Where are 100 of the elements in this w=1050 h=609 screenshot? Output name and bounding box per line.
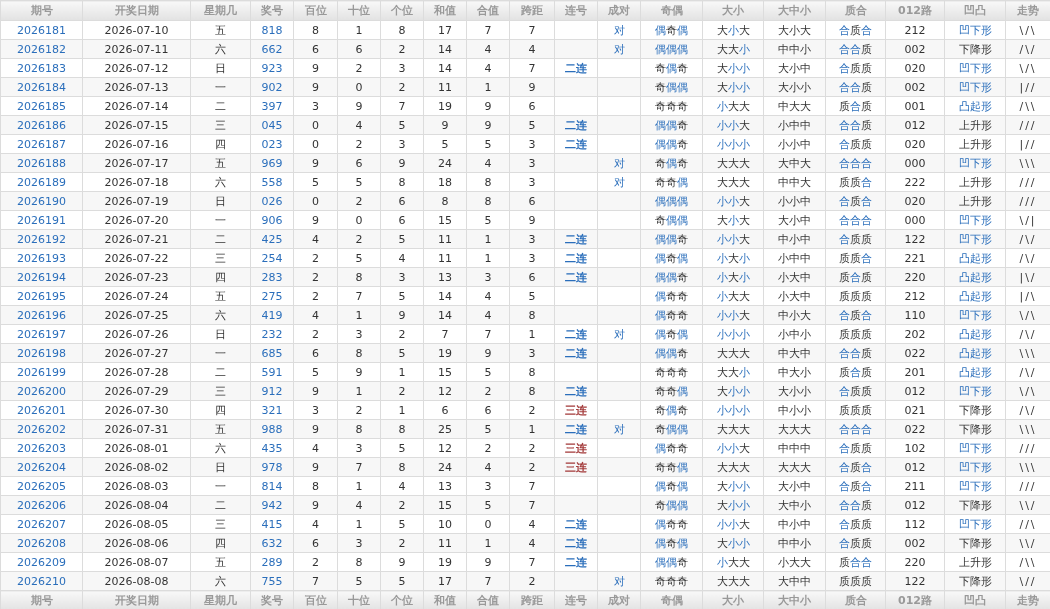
table-cell: 偶奇偶	[640, 324, 703, 344]
table-cell: 合质质	[825, 514, 886, 534]
table-cell: 下降形	[944, 400, 1006, 420]
table-cell: 1	[337, 476, 381, 496]
table-cell: 9	[509, 210, 555, 230]
table-cell: 1	[337, 514, 381, 534]
column-header: 期号	[0, 0, 83, 21]
table-cell: 000	[885, 210, 945, 230]
table-cell: 2026-07-30	[82, 400, 191, 420]
column-header: 012路	[885, 0, 945, 21]
table-cell: 小大小	[702, 248, 764, 268]
table-cell: 对	[597, 172, 641, 192]
table-cell: 7	[423, 324, 467, 344]
table-cell: 0	[337, 210, 381, 230]
table-cell: 五	[190, 552, 251, 572]
table-cell: 2026-08-03	[82, 476, 191, 496]
table-cell: 220	[885, 552, 945, 572]
table-cell: 凹下形	[944, 514, 1006, 534]
table-cell: 上升形	[944, 552, 1006, 572]
table-cell: 5	[466, 210, 510, 230]
table-cell: 小大大	[702, 552, 764, 572]
table-cell: 小中小	[763, 324, 826, 344]
table-cell: 7	[509, 552, 555, 572]
table-cell: 偶奇偶	[640, 476, 703, 496]
table-cell: 254	[250, 248, 294, 268]
table-cell: 大小大	[702, 20, 764, 40]
table-cell: 小小小	[702, 400, 764, 420]
table-cell: 上升形	[944, 134, 1006, 154]
table-cell: 大大小	[702, 362, 764, 382]
table-cell: 三	[190, 248, 251, 268]
table-cell: 5	[380, 438, 424, 458]
table-cell: 5	[380, 514, 424, 534]
table-cell: 5	[466, 134, 510, 154]
table-cell: 3	[337, 324, 381, 344]
table-cell: 1	[337, 20, 381, 40]
table-cell: 2026-07-16	[82, 134, 191, 154]
table-cell: 质质质	[825, 286, 886, 306]
table-cell: 2026-08-05	[82, 514, 191, 534]
table-cell: 合质质	[825, 58, 886, 78]
table-cell: 凹下形	[944, 210, 1006, 230]
table-cell: 大小小	[702, 476, 764, 496]
table-cell: 19	[423, 552, 467, 572]
table-cell: 凹下形	[944, 20, 1006, 40]
table-cell: 558	[250, 172, 294, 192]
table-cell: 中小中	[763, 514, 826, 534]
table-cell: 2	[337, 134, 381, 154]
column-header: 百位	[293, 0, 338, 21]
table-cell: 818	[250, 20, 294, 40]
table-cell: 大小小	[702, 58, 764, 78]
table-cell: 四	[190, 134, 251, 154]
table-cell: 1	[380, 362, 424, 382]
table-cell: 6	[423, 400, 467, 420]
table-cell: 2	[337, 58, 381, 78]
table-cell: 435	[250, 438, 294, 458]
table-cell: 中大大	[763, 96, 826, 116]
table-cell: 17	[423, 20, 467, 40]
table-cell: 二	[190, 362, 251, 382]
table-cell: 14	[423, 286, 467, 306]
table-cell: 合质质	[825, 134, 886, 154]
table-cell: 001	[885, 96, 945, 116]
table-cell: 275	[250, 286, 294, 306]
table-cell: 232	[250, 324, 294, 344]
table-cell: 凸起形	[944, 96, 1006, 116]
table-cell: 8	[380, 20, 424, 40]
table-cell: 1	[509, 324, 555, 344]
table-cell: 2	[293, 552, 338, 572]
table-cell: 5	[423, 134, 467, 154]
table-cell: 奇偶奇	[640, 58, 703, 78]
table-cell: 大小中	[763, 476, 826, 496]
table-cell: 201	[885, 362, 945, 382]
column-header: 奖号	[250, 0, 294, 21]
table-cell: 2	[293, 248, 338, 268]
table-cell: 020	[885, 58, 945, 78]
table-cell: 9	[466, 96, 510, 116]
table-cell: 7	[509, 58, 555, 78]
table-cell: 大大大	[702, 172, 764, 192]
table-cell: 小小大	[702, 514, 764, 534]
table-cell: 6	[509, 96, 555, 116]
table-cell: 2026-07-12	[82, 58, 191, 78]
table-cell: 3	[509, 248, 555, 268]
table-cell: 三连	[554, 438, 598, 458]
table-cell: 大小中	[763, 58, 826, 78]
table-cell: 凸起形	[944, 286, 1006, 306]
table-cell: 对	[597, 20, 641, 40]
table-cell: 偶奇奇	[640, 514, 703, 534]
table-cell: 合合合	[825, 210, 886, 230]
table-cell: 5	[293, 172, 338, 192]
table-cell: 3	[509, 172, 555, 192]
table-cell: 3	[466, 476, 510, 496]
table-cell: 二连	[554, 552, 598, 572]
table-cell: 小大大	[702, 96, 764, 116]
table-cell: 5	[466, 362, 510, 382]
table-cell: 偶偶奇	[640, 552, 703, 572]
table-cell: 7	[337, 286, 381, 306]
column-header: 合值	[466, 0, 510, 21]
table-cell: 小小中	[763, 134, 826, 154]
column-header: 大小	[702, 0, 764, 21]
table-cell: 2026-07-18	[82, 172, 191, 192]
column-header: 跨距	[509, 0, 555, 21]
table-cell: 合质合	[825, 476, 886, 496]
